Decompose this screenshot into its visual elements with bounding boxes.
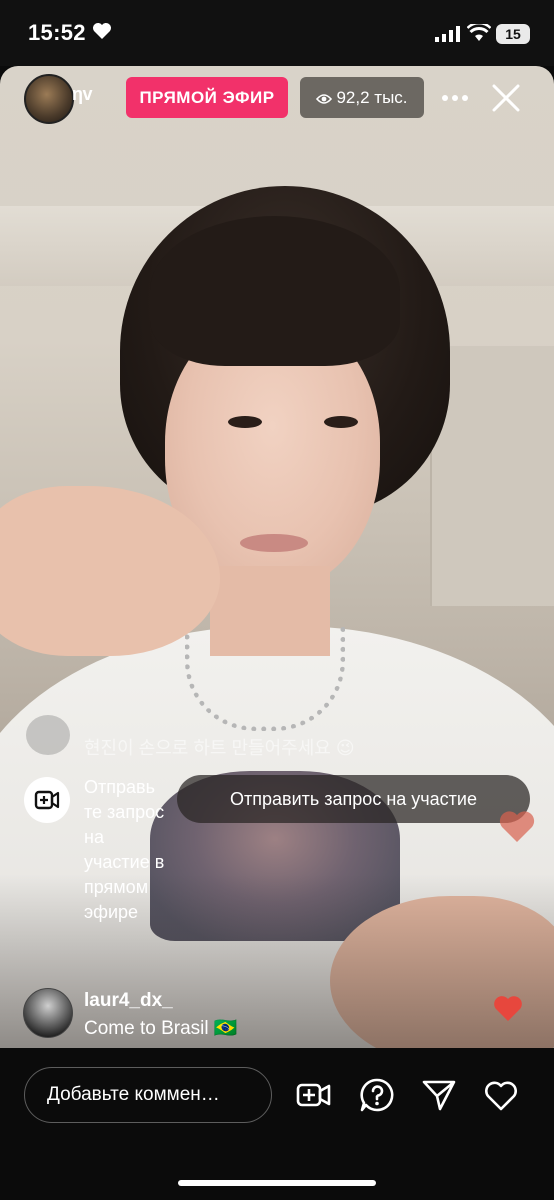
video-bangs [150, 216, 400, 366]
more-dot [442, 95, 448, 101]
video-mouth [240, 534, 308, 552]
comment-text: Come to Brasil 🇧🇷 [84, 1018, 238, 1039]
comment-username[interactable]: laur4_dx_ [84, 990, 173, 1012]
more-options-button[interactable] [442, 92, 472, 104]
comment-input[interactable]: Добавьте коммен… [24, 1067, 272, 1123]
status-bar: 15:52 15 [0, 0, 554, 66]
video-request-icon [34, 790, 60, 810]
send-request-button[interactable]: Отправить запрос на участие [177, 775, 530, 823]
request-prompt-text: Отправь те запрос на участие в прямом эф… [84, 777, 165, 922]
more-dot [452, 95, 458, 101]
heart-icon[interactable] [483, 1077, 519, 1113]
floating-heart-icon [499, 811, 535, 842]
faded-comment-text: 현진이 손으로 하트 만들어주세요 😉 [84, 738, 355, 758]
close-icon[interactable] [490, 82, 522, 114]
eye-icon [316, 93, 333, 104]
home-indicator[interactable] [178, 1180, 376, 1186]
video-request-icon[interactable] [296, 1077, 332, 1113]
live-badge: ПРЯМОЙ ЭФИР [126, 77, 288, 118]
signal-icon [435, 26, 460, 42]
more-dot [462, 95, 468, 101]
battery-icon: 15 [496, 24, 530, 44]
wifi-icon [467, 24, 491, 41]
status-time: 15:52 [28, 20, 86, 45]
heart-icon [93, 23, 111, 39]
request-icon-button[interactable] [24, 777, 70, 823]
viewer-count: 92,2 тыс. [336, 88, 408, 107]
send-icon[interactable] [421, 1077, 457, 1113]
question-icon[interactable] [359, 1077, 395, 1113]
viewer-count-badge[interactable]: 92,2 тыс. [300, 77, 424, 118]
comment-avatar[interactable] [23, 988, 73, 1038]
video-eye [324, 416, 358, 428]
host-username[interactable]: ηv [72, 84, 93, 105]
faded-comment-avatar [26, 715, 70, 755]
host-avatar[interactable] [24, 74, 74, 124]
video-eye [228, 416, 262, 428]
floating-heart-icon [494, 996, 522, 1021]
